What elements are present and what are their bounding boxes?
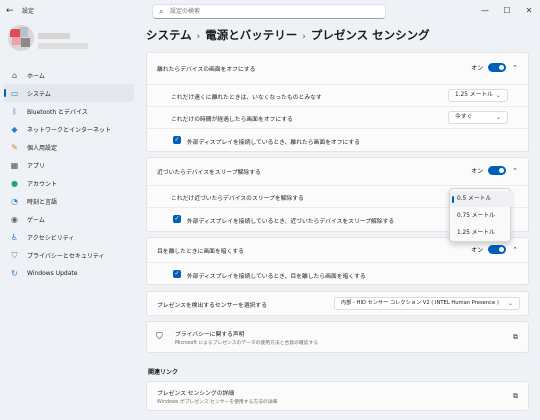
chevron-right-icon: › [196, 32, 201, 42]
dim-title: 目を離したときに画面を暗くする [157, 249, 244, 255]
leave-external-checkbox[interactable]: ✓ [173, 136, 181, 144]
shield-icon: ⛉ [156, 332, 163, 342]
bluetooth-icon: ᛒ [12, 106, 17, 116]
search-icon: ⌕ [159, 7, 164, 16]
leave-toggle-label: オン [471, 65, 484, 72]
home-icon: ⌂ [11, 70, 18, 80]
sidebar-item-gaming[interactable]: ◉ ゲーム [4, 210, 134, 228]
accessibility-icon: ♿ [10, 232, 19, 242]
external-link-icon[interactable]: ⧉ [513, 333, 518, 342]
chevron-up-icon[interactable]: ⌃ [512, 64, 518, 72]
privacy-title: プライバシーに関する声明 [175, 332, 245, 338]
leave-distance-row: これだけ遠くに離れたときは、いなくなったものとみなす 1.25 メートル ⌄ [147, 84, 530, 106]
external-link-icon[interactable]: ⧉ [513, 392, 518, 401]
approach-toggle[interactable] [488, 166, 507, 175]
card-dim: 目を離したときに画面を暗くする オン ⌃ ✓ 外部ディスプレイを接続しているとき… [146, 237, 530, 285]
sidebar-item-network[interactable]: ◆ ネットワークとインターネット [4, 120, 134, 138]
back-arrow-icon[interactable]: ← [6, 5, 18, 17]
close-icon[interactable]: ✕ [518, 0, 540, 22]
related-heading: 関連リンク [148, 369, 179, 376]
title-bar: ← 設定 ⌕ — ☐ ✕ [0, 0, 540, 22]
chevron-up-icon[interactable]: ⌃ [512, 167, 518, 175]
leave-time-dropdown[interactable]: 今すぐ ⌄ [448, 111, 508, 124]
profile-name-blurred [38, 33, 70, 39]
chevron-up-icon[interactable]: ⌃ [512, 246, 518, 254]
sidebar-item-windows-update[interactable]: ↻ Windows Update [4, 264, 134, 282]
related-subtitle: Windows がプレゼンス センサーを使用する方法の詳細 [157, 400, 278, 405]
option-0-75m[interactable]: 0.75 メートル [450, 208, 512, 224]
sidebar-item-apps[interactable]: ▦ アプリ [4, 156, 134, 174]
sidebar-item-personalization[interactable]: ✎ 個人用設定 [4, 138, 134, 156]
card-privacy[interactable]: ⛉ プライバシーに関する声明 Microsoft によるプレゼンスのデータの使用… [146, 321, 529, 353]
update-icon: ↻ [11, 268, 18, 278]
leave-distance-dropdown[interactable]: 1.25 メートル ⌄ [448, 89, 508, 102]
sidebar-item-privacy[interactable]: ⛉ プライバシーとセキュリティ [4, 246, 134, 264]
related-title: プレゼンス センシングの詳細 [157, 391, 235, 397]
avatar[interactable] [8, 25, 34, 51]
leave-toggle-group: オン ⌃ [471, 63, 518, 72]
approach-distance-flyout: 0.5 メートル 0.75 メートル 1.25 メートル [449, 188, 512, 242]
shield-icon: ⛉ [11, 250, 18, 260]
dim-toggle-group: オン ⌃ [471, 245, 518, 254]
sidebar-item-bluetooth[interactable]: ᛒ Bluetooth とデバイス [4, 102, 134, 120]
approach-title: 近づいたらデバイスをスリープ解除する [157, 170, 261, 176]
app-title: 設定 [22, 8, 35, 15]
breadcrumb: システム › 電源とバッテリー › プレゼンス センシング [146, 27, 430, 43]
sidebar-item-system[interactable]: ▭ システム [4, 84, 134, 102]
chevron-down-icon: ⌄ [495, 114, 501, 121]
leave-title: 離れたらデバイスの画面をオフにする [157, 67, 256, 73]
card-leave: 離れたらデバイスの画面をオフにする オン ⌃ これだけ遠くに離れたときは、いなく… [146, 52, 530, 152]
apps-icon: ▦ [10, 160, 19, 170]
approach-external-checkbox[interactable]: ✓ [173, 215, 181, 223]
time-language-icon: ◔ [11, 196, 18, 206]
chevron-down-icon: ⌄ [495, 92, 501, 99]
sensor-dropdown[interactable]: 内部 - HID センサー コレクション V2 ( INTEL Human Pr… [334, 297, 520, 310]
breadcrumb-system[interactable]: システム [146, 28, 192, 42]
page-title: プレゼンス センシング [310, 28, 430, 42]
leave-toggle[interactable] [488, 63, 507, 72]
approach-toggle-group: オン ⌃ [471, 166, 518, 175]
game-icon: ◉ [11, 214, 18, 224]
chevron-right-icon: › [302, 32, 306, 42]
maximize-icon[interactable]: ☐ [496, 0, 518, 22]
sidebar-item-home[interactable]: ⌂ ホーム [4, 66, 134, 84]
breadcrumb-power[interactable]: 電源とバッテリー [205, 28, 297, 42]
dim-toggle-label: オン [471, 247, 484, 254]
sidebar-item-time-language[interactable]: ◔ 時刻と言語 [4, 192, 134, 210]
search-box[interactable]: ⌕ [152, 4, 386, 19]
dim-toggle[interactable] [488, 245, 507, 254]
profile-email-blurred [38, 43, 88, 49]
leave-checkbox-row: ✓ 外部ディスプレイを接続しているとき、離れたら画面をオフにする [147, 128, 530, 152]
dim-checkbox-row: ✓ 外部ディスプレイを接続しているとき、目を離したら画面を暗くする [147, 262, 530, 285]
window-controls: — ☐ ✕ [474, 0, 540, 22]
leave-time-row: これだけの時間が経過したら画面をオフにする 今すぐ ⌄ [147, 106, 530, 128]
sidebar-item-accessibility[interactable]: ♿ アクセシビリティ [4, 228, 134, 246]
chevron-down-icon: ⌄ [507, 300, 513, 307]
dim-external-checkbox[interactable]: ✓ [173, 270, 181, 278]
sensor-label: プレゼンスを検出するセンサーを選択する [157, 303, 268, 309]
brush-icon: ✎ [11, 142, 18, 152]
approach-toggle-label: オン [471, 168, 484, 175]
network-icon: ◆ [11, 124, 18, 134]
card-related[interactable]: プレゼンス センシングの詳細 Windows がプレゼンス センサーを使用する方… [146, 381, 529, 411]
option-1-25m[interactable]: 1.25 メートル [450, 225, 512, 241]
minimize-icon[interactable]: — [474, 0, 496, 22]
privacy-subtitle: Microsoft によるプレゼンスのデータの使用方法と合意の確認する [175, 341, 319, 346]
system-icon: ▭ [10, 88, 19, 98]
account-icon: ● [11, 178, 18, 188]
sidebar-item-accounts[interactable]: ● アカウント [4, 174, 134, 192]
card-sensor: プレゼンスを検出するセンサーを選択する 内部 - HID センサー コレクション… [146, 291, 529, 316]
sidebar: ⌂ ホーム ▭ システム ᛒ Bluetooth とデバイス ◆ ネットワークと… [4, 66, 134, 282]
search-input[interactable] [170, 6, 370, 17]
option-0-5m[interactable]: 0.5 メートル [450, 191, 512, 207]
